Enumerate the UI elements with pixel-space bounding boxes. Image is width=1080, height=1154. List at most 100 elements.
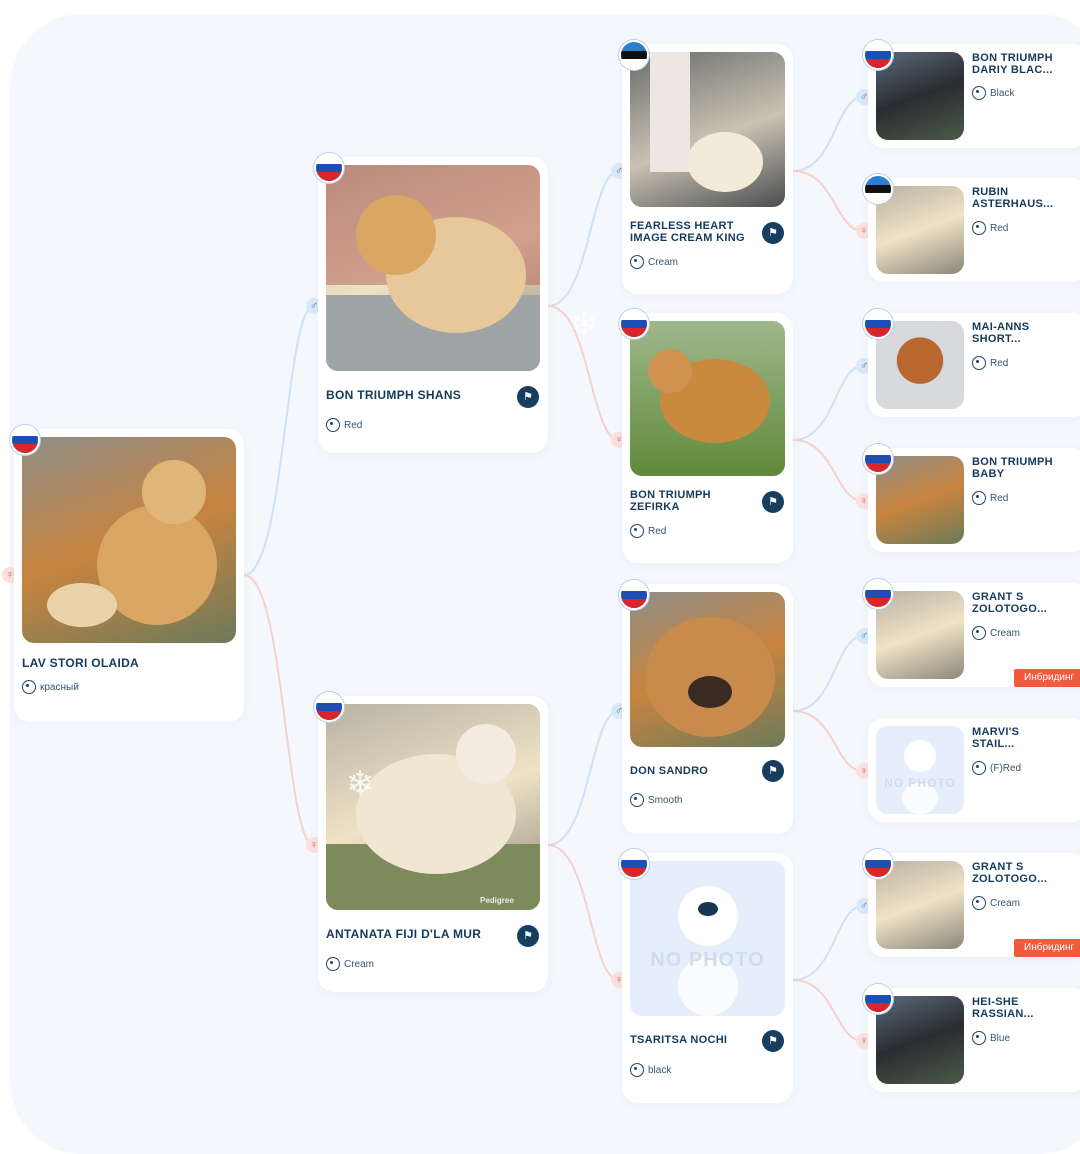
- sire-photo: [326, 165, 540, 371]
- russia-flag-icon: [863, 444, 893, 474]
- great-grandparent-color-5: Cream: [972, 626, 1020, 640]
- sire-card[interactable]: BON TRIUMPH SHANS ⚑ Red: [318, 157, 548, 453]
- subject-color: красный: [22, 680, 79, 694]
- sire-color: Red: [326, 418, 362, 432]
- dam-card[interactable]: ANTANATA FIJI D'LA MUR ⚑ Cream: [318, 696, 548, 992]
- link-gp4-dam: [792, 979, 864, 1042]
- palette-icon: [630, 255, 644, 269]
- great-grandparent-photo-3: [876, 321, 964, 409]
- russia-flag-icon: [863, 309, 893, 339]
- russia-flag-icon: [619, 849, 649, 879]
- sire-name[interactable]: BON TRIUMPH SHANS: [326, 389, 506, 402]
- palette-icon: [630, 793, 644, 807]
- grandparent-card-4[interactable]: NO PHOTO TSARITSA NOCHI ⚑ black: [622, 853, 793, 1103]
- great-grandparent-card-4[interactable]: BON TRIUMPH BABY Red: [868, 448, 1080, 552]
- palette-icon: [972, 221, 986, 235]
- flag-report-button[interactable]: ⚑: [517, 925, 539, 947]
- palette-icon: [972, 1031, 986, 1045]
- flag-report-button[interactable]: ⚑: [517, 386, 539, 408]
- dam-name[interactable]: ANTANATA FIJI D'LA MUR: [326, 928, 511, 941]
- grandparent-name-4[interactable]: TSARITSA NOCHI: [630, 1034, 750, 1046]
- russia-flag-icon: [314, 692, 344, 722]
- palette-icon: [972, 356, 986, 370]
- palette-icon: [630, 524, 644, 538]
- link-gp4-sire: [792, 905, 864, 981]
- russia-flag-icon: [619, 580, 649, 610]
- great-grandparent-name-4[interactable]: BON TRIUMPH BABY: [972, 456, 1062, 480]
- great-grandparent-color-6: (F)Red: [972, 761, 1021, 775]
- palette-icon: [972, 761, 986, 775]
- great-grandparent-photo-1: [876, 52, 964, 140]
- grandparent-color-2: Red: [630, 524, 666, 538]
- great-grandparent-name-5[interactable]: GRANT S ZOLOTOGO...: [972, 591, 1062, 615]
- link-sire-sire: [547, 170, 620, 307]
- inbreeding-badge[interactable]: Инбридинг: [1014, 669, 1080, 687]
- grandparent-color-1: Cream: [630, 255, 678, 269]
- subject-photo: [22, 437, 236, 643]
- great-grandparent-card-2[interactable]: RUBIN ASTERHAUS... Red: [868, 178, 1080, 282]
- grandparent-card-2[interactable]: BON TRIUMPH ZEFIRKA ⚑ Red: [622, 313, 793, 563]
- snowflake-icon: ❄: [346, 765, 375, 803]
- great-grandparent-color-label-3: Red: [990, 357, 1009, 369]
- inbreeding-badge[interactable]: Инбридинг: [1014, 939, 1080, 957]
- grandparent-card-1[interactable]: FEARLESS HEART IMAGE CREAM KING ⚑ Cream: [622, 44, 793, 294]
- great-grandparent-color-label-2: Red: [990, 222, 1009, 234]
- palette-icon: [630, 1063, 644, 1077]
- great-grandparent-color-label-6: (F)Red: [990, 762, 1022, 774]
- great-grandparent-photo-8: [876, 996, 964, 1084]
- grandparent-color-label-3: Smooth: [648, 794, 683, 806]
- flag-report-button[interactable]: ⚑: [762, 491, 784, 513]
- dam-color-label: Cream: [344, 958, 375, 970]
- grandparent-color-3: Smooth: [630, 793, 682, 807]
- great-grandparent-name-7[interactable]: GRANT S ZOLOTOGO...: [972, 861, 1062, 885]
- estonia-flag-icon: [619, 40, 649, 70]
- great-grandparent-card-6[interactable]: NO PHOTO MARVI'S STAIL... (F)Red: [868, 718, 1080, 822]
- great-grandparent-card-3[interactable]: MAI-ANNS SHORT... Red: [868, 313, 1080, 417]
- great-grandparent-color-label-4: Red: [990, 492, 1009, 504]
- palette-icon: [22, 680, 36, 694]
- subject-name[interactable]: LAV STORI OLAIDA: [22, 657, 232, 670]
- subject-card[interactable]: LAV STORI OLAIDA красный: [14, 429, 244, 722]
- palette-icon: [326, 957, 340, 971]
- great-grandparent-color-8: Blue: [972, 1031, 1010, 1045]
- great-grandparent-photo-7: [876, 861, 964, 949]
- palette-icon: [972, 86, 986, 100]
- russia-flag-icon: [619, 309, 649, 339]
- grandparent-photo-3: [630, 592, 785, 747]
- link-gp3-sire: [792, 635, 864, 712]
- palette-icon: [326, 418, 340, 432]
- great-grandparent-color-label-8: Blue: [990, 1032, 1011, 1044]
- grandparent-name-1[interactable]: FEARLESS HEART IMAGE CREAM KING: [630, 220, 765, 244]
- great-grandparent-card-8[interactable]: HEI-SHE RASSIAN... Blue: [868, 988, 1080, 1092]
- great-grandparent-photo-2: [876, 186, 964, 274]
- great-grandparent-name-6[interactable]: MARVI'S STAIL...: [972, 726, 1062, 750]
- russia-flag-icon: [314, 153, 344, 183]
- great-grandparent-name-8[interactable]: HEI-SHE RASSIAN...: [972, 996, 1062, 1020]
- grandparent-color-4: black: [630, 1063, 671, 1077]
- grandparent-photo-4: NO PHOTO: [630, 861, 785, 1016]
- grandparent-color-label-4: black: [648, 1064, 672, 1076]
- flag-report-button[interactable]: ⚑: [762, 1030, 784, 1052]
- great-grandparent-name-1[interactable]: BON TRIUMPH DARIY BLAC...: [972, 52, 1062, 76]
- russia-flag-icon: [863, 984, 893, 1014]
- russia-flag-icon: [10, 425, 40, 455]
- link-subject-dam: [243, 574, 315, 846]
- sire-color-label: Red: [344, 419, 363, 431]
- grandparent-name-3[interactable]: DON SANDRO: [630, 765, 750, 777]
- no-photo-text: NO PHOTO: [884, 776, 956, 790]
- great-grandparent-name-3[interactable]: MAI-ANNS SHORT...: [972, 321, 1062, 345]
- palette-icon: [972, 491, 986, 505]
- link-gp2-dam: [792, 439, 864, 502]
- flag-report-button[interactable]: ⚑: [762, 222, 784, 244]
- grandparent-card-3[interactable]: DON SANDRO ⚑ Smooth: [622, 584, 793, 834]
- great-grandparent-name-2[interactable]: RUBIN ASTERHAUS...: [972, 186, 1062, 210]
- grandparent-color-label-2: Red: [648, 525, 667, 537]
- great-grandparent-card-1[interactable]: BON TRIUMPH DARIY BLAC... Black: [868, 44, 1080, 148]
- link-gp1-dam: [792, 170, 864, 232]
- snowflake-icon: ❄: [570, 305, 599, 343]
- dam-color: Cream: [326, 957, 374, 971]
- grandparent-photo-2: [630, 321, 785, 476]
- great-grandparent-color-4: Red: [972, 491, 1008, 505]
- flag-report-button[interactable]: ⚑: [762, 760, 784, 782]
- grandparent-name-2[interactable]: BON TRIUMPH ZEFIRKA: [630, 489, 740, 513]
